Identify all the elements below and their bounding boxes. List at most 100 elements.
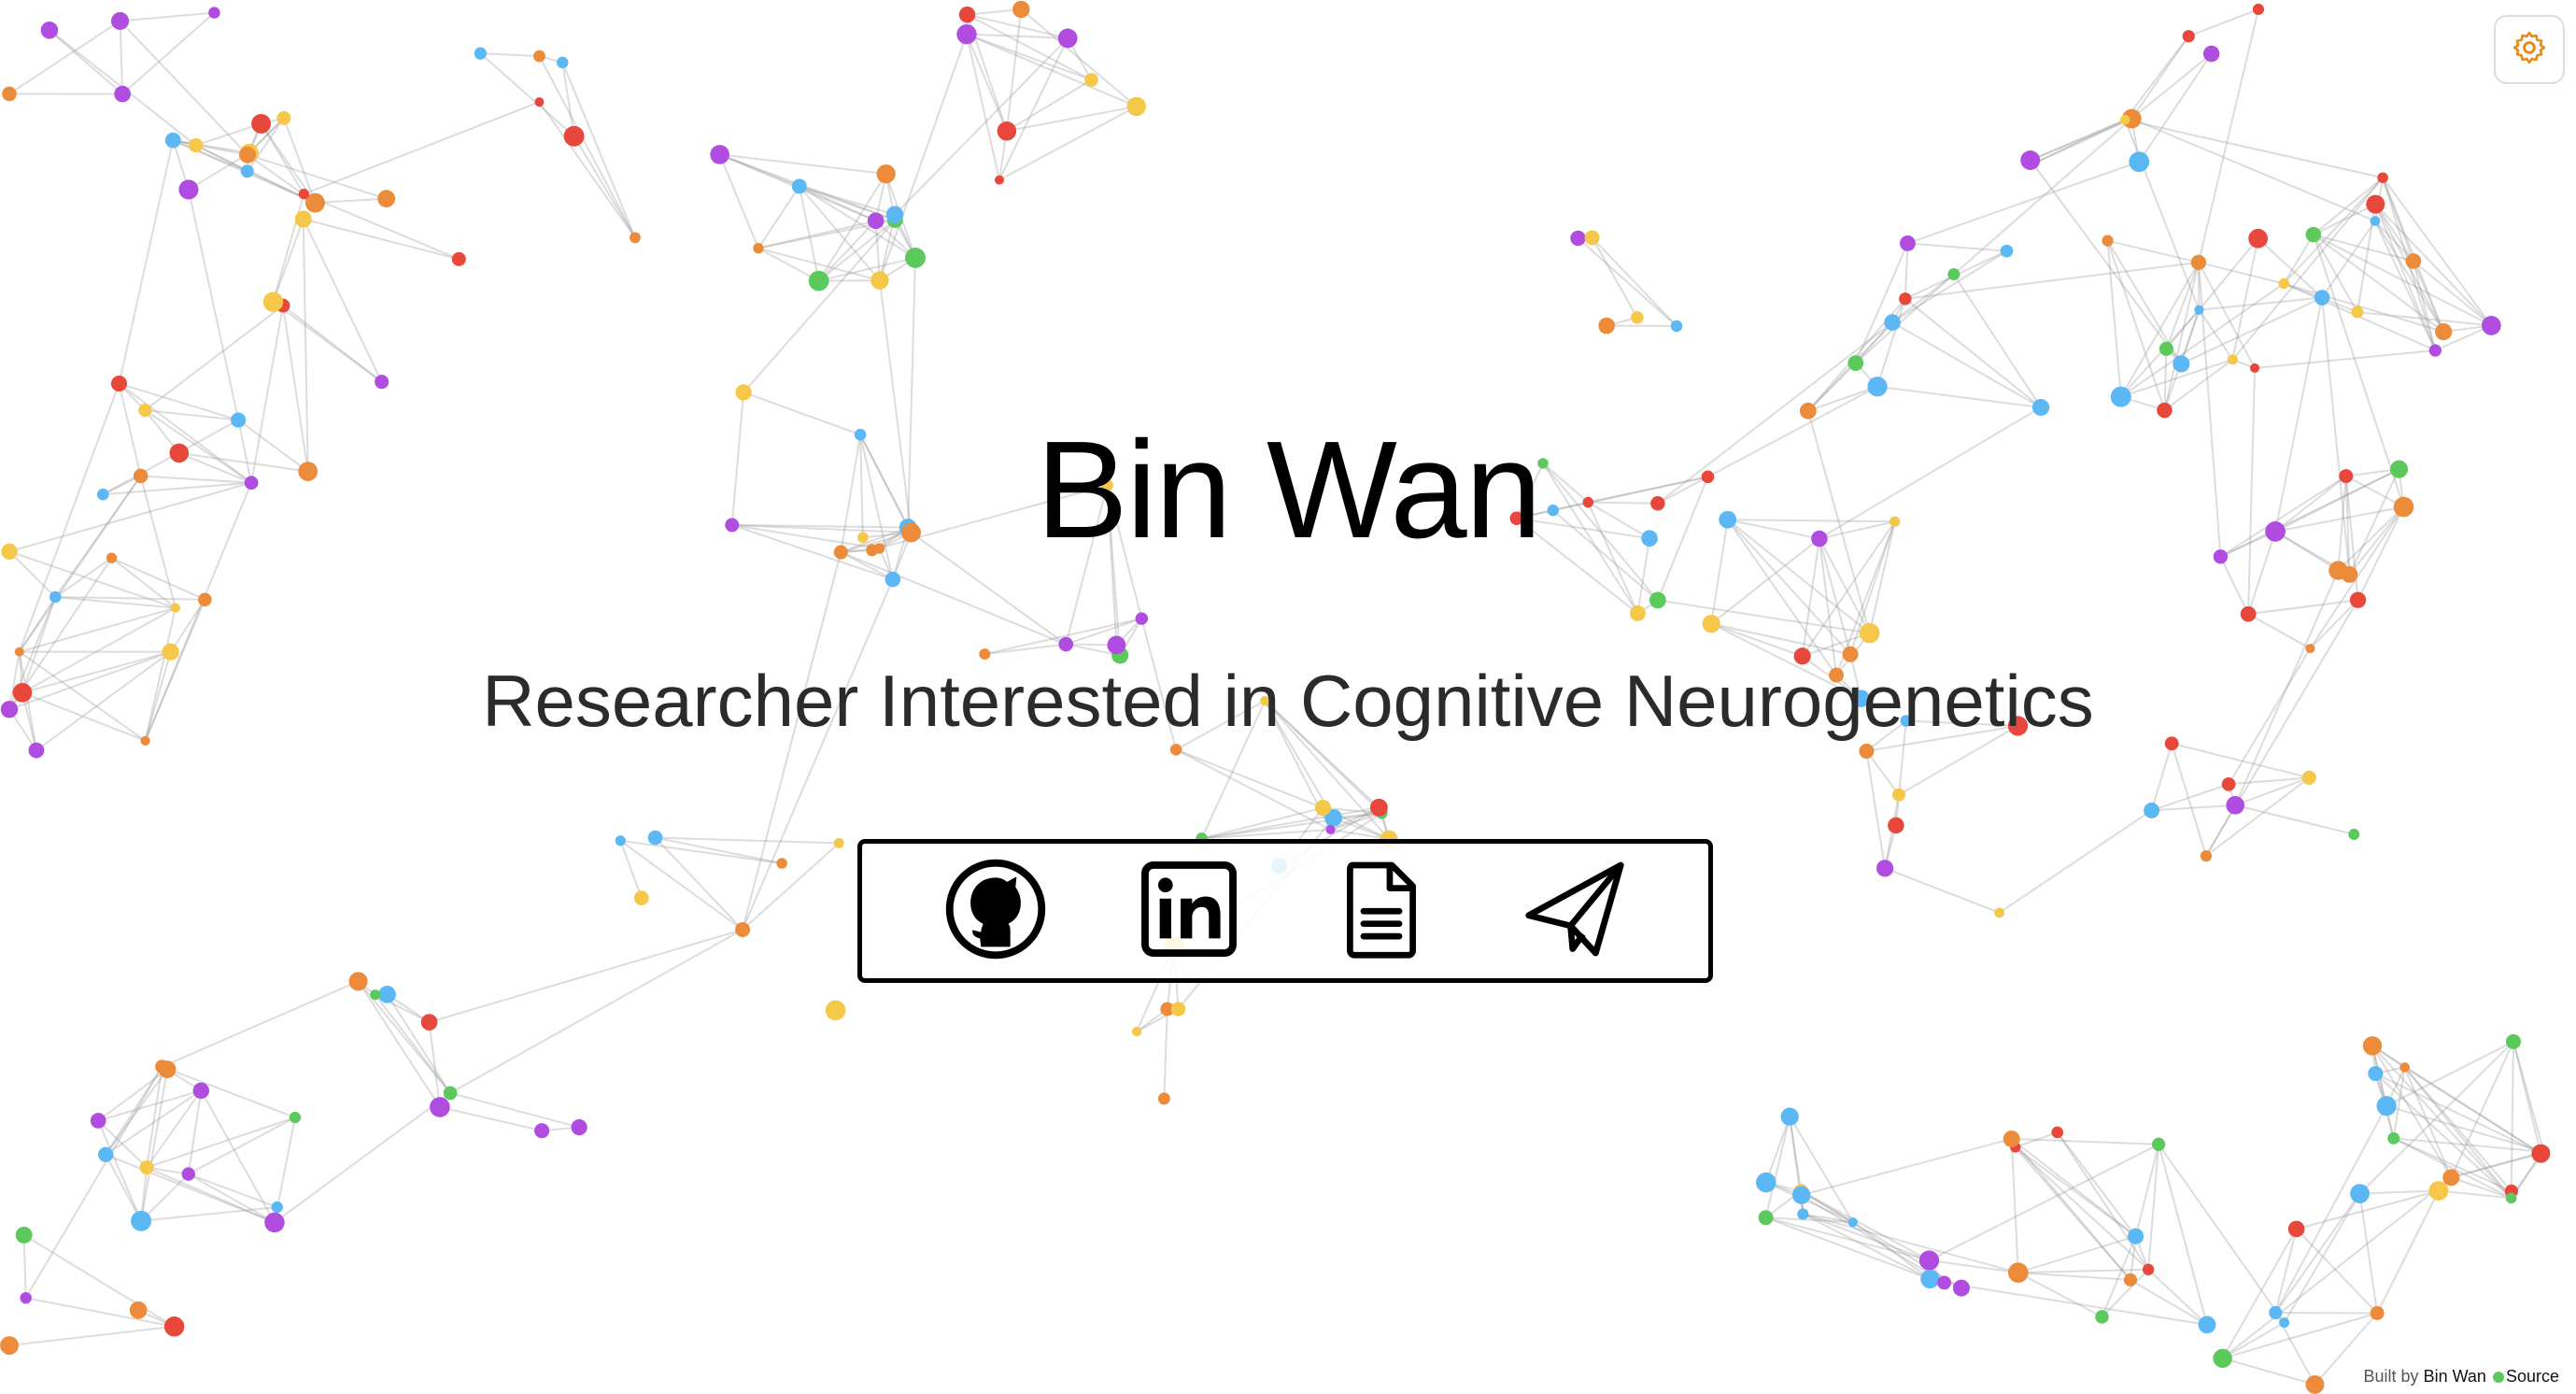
network-edge	[840, 551, 1067, 646]
network-edge	[2231, 238, 2259, 361]
settings-button[interactable]	[2494, 15, 2565, 84]
network-node	[710, 145, 729, 164]
network-node	[231, 412, 247, 428]
network-node	[1859, 743, 1875, 759]
network-edge	[1657, 321, 1893, 505]
network-node	[1947, 268, 1960, 281]
network-node	[138, 404, 152, 418]
network-node	[294, 210, 312, 228]
network-edge	[119, 21, 124, 94]
network-node	[2248, 228, 2268, 249]
network-edge	[1904, 261, 2200, 300]
network-node	[557, 56, 569, 69]
network-node	[348, 972, 368, 991]
network-node	[1369, 798, 1388, 817]
network-edge	[195, 122, 262, 147]
network-edge	[315, 197, 387, 205]
network-node	[2051, 1126, 2064, 1139]
network-node	[1101, 478, 1113, 491]
network-edge	[162, 1065, 296, 1118]
network-node	[534, 1123, 550, 1139]
network-node	[633, 890, 649, 905]
network-edge	[2254, 349, 2436, 369]
network-edge	[2283, 282, 2444, 334]
network-node	[169, 443, 190, 463]
network-node	[2269, 1305, 2283, 1320]
network-edge	[840, 434, 862, 553]
network-edge	[1515, 462, 1544, 519]
network-node	[14, 647, 24, 657]
network-node	[833, 545, 848, 560]
network-node	[170, 603, 180, 613]
network-edge	[2017, 1235, 2136, 1274]
network-node	[28, 742, 45, 759]
network-node	[1719, 510, 1737, 529]
network-node	[1260, 695, 1270, 706]
network-node	[474, 47, 487, 60]
network-node	[1157, 1092, 1170, 1105]
network-edge	[386, 993, 451, 1094]
network-node	[298, 462, 318, 481]
network-edge	[1577, 237, 1677, 327]
network-edge	[859, 434, 864, 538]
network-node	[776, 858, 787, 869]
network-edge	[2158, 1144, 2208, 1326]
network-edge	[120, 11, 215, 22]
network-node	[443, 1086, 458, 1101]
network-node	[289, 1111, 302, 1124]
network-node	[49, 590, 62, 604]
network-edge	[357, 980, 441, 1108]
network-edge	[303, 218, 460, 261]
network-edge	[1905, 719, 2018, 727]
network-edge	[757, 247, 820, 282]
network-edge	[998, 106, 1138, 181]
network-node	[420, 1014, 438, 1031]
footer-author-link[interactable]: Bin Wan	[2424, 1367, 2486, 1386]
network-node	[2301, 770, 2316, 786]
network-node	[2387, 1131, 2400, 1145]
network-node	[163, 1316, 185, 1337]
network-edge	[2382, 177, 2493, 326]
network-edge	[743, 391, 861, 436]
network-node	[110, 376, 128, 392]
network-node	[244, 476, 259, 491]
network-edge	[2222, 1312, 2378, 1359]
network-node	[2226, 796, 2245, 815]
network-node	[2129, 151, 2150, 173]
network-node	[867, 212, 885, 230]
cv-document-link[interactable]	[1325, 855, 1437, 967]
network-edge	[8, 1325, 175, 1347]
network-edge	[302, 219, 309, 472]
network-edge	[2017, 1268, 2149, 1274]
network-node	[1899, 292, 1912, 306]
network-edge	[1819, 406, 2042, 540]
contact-link[interactable]	[1519, 855, 1631, 967]
network-node	[1169, 744, 1182, 756]
network-edge	[2030, 119, 2126, 162]
network-node	[958, 6, 976, 23]
network-edge	[144, 599, 206, 742]
network-node	[2287, 1220, 2305, 1238]
network-node	[240, 164, 254, 178]
network-node	[262, 292, 284, 312]
network-edge	[1894, 720, 1907, 826]
network-node	[2128, 1228, 2144, 1245]
network-node	[1888, 817, 1904, 834]
network-node	[1650, 496, 1665, 511]
network-node	[1641, 530, 1658, 548]
network-node	[2435, 322, 2453, 341]
linkedin-link[interactable]	[1133, 855, 1245, 967]
network-edge	[965, 34, 1000, 180]
network-node	[1811, 530, 1828, 548]
network-node	[1852, 690, 1870, 708]
network-edge	[1999, 809, 2153, 914]
network-node	[1842, 646, 1859, 662]
github-link[interactable]	[940, 855, 1052, 967]
network-edge	[1587, 502, 1639, 614]
network-node	[1797, 1208, 1809, 1220]
network-edge	[859, 434, 894, 580]
network-edge	[2221, 1176, 2452, 1359]
network-node	[2370, 216, 2381, 226]
footer-source-link[interactable]: Source	[2506, 1367, 2559, 1386]
network-edge	[907, 257, 916, 528]
